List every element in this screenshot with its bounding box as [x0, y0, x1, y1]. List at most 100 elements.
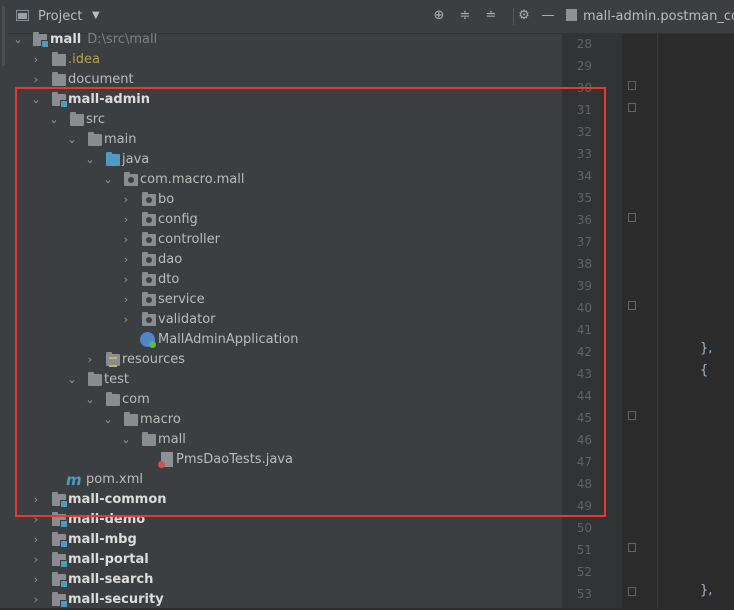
chevron-right-icon[interactable]: ›: [120, 270, 132, 290]
chevron-right-icon[interactable]: ›: [120, 210, 132, 230]
tree-item-com[interactable]: ⌄ com: [8, 390, 562, 410]
chevron-right-icon[interactable]: ›: [30, 50, 42, 70]
line-number: 39: [576, 279, 592, 293]
view-dropdown-icon[interactable]: ▼: [92, 10, 100, 21]
line-number: 28: [576, 37, 592, 51]
collapse-all-icon[interactable]: ≐: [483, 8, 499, 24]
chevron-right-icon[interactable]: ›: [30, 530, 42, 550]
tree-item-label: dto: [158, 272, 180, 287]
code-brace: },: [700, 341, 713, 356]
chevron-right-icon[interactable]: ›: [30, 570, 42, 590]
tree-item-label: com: [122, 392, 150, 407]
tree-item-app[interactable]: MallAdminApplication: [8, 330, 562, 350]
tree-item-config[interactable]: › config: [8, 210, 562, 230]
tree-item-java[interactable]: ⌄ java: [8, 150, 562, 170]
tree-item-label: src: [86, 112, 105, 127]
chevron-right-icon[interactable]: ›: [120, 310, 132, 330]
tree-item-module[interactable]: › mall-security: [8, 590, 562, 610]
tree-item-macro[interactable]: ⌄ macro: [8, 410, 562, 430]
tree-item-bo[interactable]: › bo: [8, 190, 562, 210]
chevron-right-icon[interactable]: ›: [84, 350, 96, 370]
spring-boot-class-icon: [140, 332, 156, 348]
line-number: 48: [576, 477, 592, 491]
tree-item-dao[interactable]: › dao: [8, 250, 562, 270]
indent-guide: [657, 33, 658, 608]
fold-marker-icon[interactable]: [628, 81, 636, 90]
tree-item-module[interactable]: › mall-search: [8, 570, 562, 590]
tree-item-label: bo: [158, 192, 175, 207]
chevron-down-icon[interactable]: ⌄: [102, 170, 114, 190]
tree-item-label: mall-search: [68, 572, 154, 587]
tree-item-test[interactable]: ⌄ test: [8, 370, 562, 390]
project-tool-tab[interactable]: [2, 6, 5, 66]
chevron-right-icon[interactable]: ›: [120, 290, 132, 310]
line-number: 29: [576, 59, 592, 73]
chevron-right-icon[interactable]: ›: [30, 550, 42, 570]
chevron-down-icon[interactable]: ⌄: [30, 90, 42, 110]
tree-item-src[interactable]: ⌄ src: [8, 110, 562, 130]
fold-marker-icon[interactable]: [628, 301, 636, 310]
minimize-icon[interactable]: —: [540, 8, 556, 24]
package-icon: [142, 272, 156, 286]
chevron-right-icon[interactable]: ›: [30, 490, 42, 510]
tree-item-module[interactable]: › mall-mbg: [8, 530, 562, 550]
tree-item-module[interactable]: › mall-demo: [8, 510, 562, 530]
tree-item-validator[interactable]: › validator: [8, 310, 562, 330]
tree-item-resources[interactable]: › resources: [8, 350, 562, 370]
fold-marker-icon[interactable]: [628, 587, 636, 596]
chevron-down-icon[interactable]: ⌄: [48, 110, 60, 130]
module-folder-icon: [33, 32, 49, 48]
tree-item-package[interactable]: ⌄ com.macro.mall: [8, 170, 562, 190]
fold-marker-icon[interactable]: [628, 213, 636, 222]
folder-icon: [142, 432, 156, 446]
tree-item-controller[interactable]: › controller: [8, 230, 562, 250]
editor-tab[interactable]: mall-admin.postman_colle: [566, 9, 734, 24]
chevron-right-icon[interactable]: ›: [120, 230, 132, 250]
tree-item-dto[interactable]: › dto: [8, 270, 562, 290]
module-folder-icon: [52, 532, 68, 548]
code-brace: {: [700, 363, 709, 378]
chevron-down-icon[interactable]: ⌄: [84, 150, 96, 170]
tree-item-test-file[interactable]: PmsDaoTests.java: [8, 450, 562, 470]
tree-item-label: PmsDaoTests.java: [176, 452, 293, 467]
fold-marker-icon[interactable]: [628, 103, 636, 112]
line-number: 45: [576, 411, 592, 425]
tree-item-label: java: [122, 152, 150, 167]
tree-item-document[interactable]: › document: [8, 70, 562, 90]
editor-pane[interactable]: mall-admin.postman_colle 28 29 30 31 32 …: [562, 0, 734, 608]
editor-tab-label: mall-admin.postman_colle: [583, 9, 734, 24]
gear-icon[interactable]: ⚙: [516, 8, 532, 24]
locate-icon[interactable]: ⊕: [431, 8, 447, 24]
chevron-right-icon[interactable]: ›: [120, 250, 132, 270]
expand-all-icon[interactable]: ≑: [457, 8, 473, 24]
chevron-right-icon[interactable]: ›: [120, 190, 132, 210]
tree-item-label: MallAdminApplication: [158, 332, 299, 347]
fold-marker-icon[interactable]: [628, 411, 636, 420]
chevron-right-icon[interactable]: ›: [30, 510, 42, 530]
chevron-down-icon[interactable]: ⌄: [84, 390, 96, 410]
resources-folder-icon: [106, 352, 120, 367]
tree-item-mall-admin[interactable]: ⌄ mall-admin: [8, 90, 562, 110]
chevron-down-icon[interactable]: ⌄: [66, 130, 78, 150]
tree-item-pom[interactable]: m pom.xml: [8, 470, 562, 490]
tree-item-idea[interactable]: › .idea: [8, 50, 562, 70]
tree-item-mall[interactable]: ⌄ mall: [8, 430, 562, 450]
chevron-right-icon[interactable]: ›: [30, 70, 42, 90]
fold-marker-icon[interactable]: [628, 543, 636, 552]
panel-title[interactable]: Project: [38, 9, 82, 24]
tree-item-service[interactable]: › service: [8, 290, 562, 310]
tree-item-main[interactable]: ⌄ main: [8, 130, 562, 150]
chevron-down-icon[interactable]: ⌄: [12, 30, 24, 50]
tree-item-module[interactable]: › mall-portal: [8, 550, 562, 570]
chevron-down-icon[interactable]: ⌄: [102, 410, 114, 430]
folder-icon: [70, 112, 84, 126]
chevron-down-icon[interactable]: ⌄: [120, 430, 132, 450]
tree-item-mall-root[interactable]: ⌄ mall D:\src\mall: [8, 30, 562, 50]
tree-item-module[interactable]: › mall-common: [8, 490, 562, 510]
package-icon: [142, 192, 156, 206]
line-number: 49: [576, 499, 592, 513]
header-separator: [513, 8, 514, 25]
chevron-right-icon[interactable]: ›: [30, 590, 42, 610]
code-brace: },: [700, 583, 713, 598]
chevron-down-icon[interactable]: ⌄: [66, 370, 78, 390]
